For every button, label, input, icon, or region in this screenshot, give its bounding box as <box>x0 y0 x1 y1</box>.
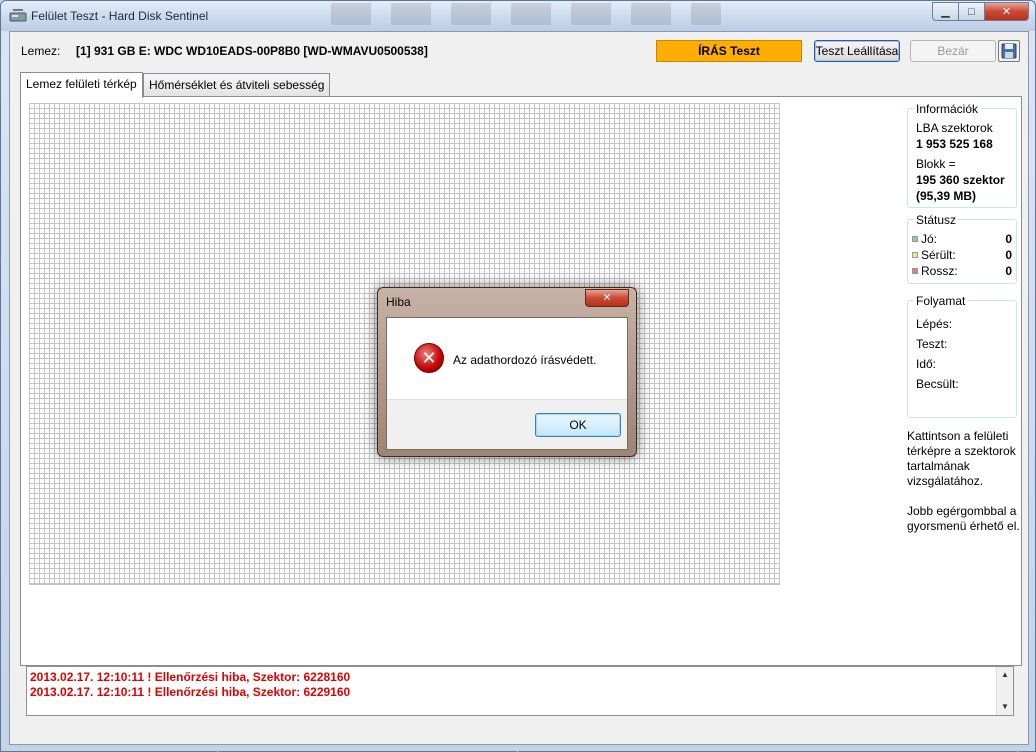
tab-surface-map[interactable]: Lemez felületi térkép <box>20 72 143 98</box>
lba-value: 1 953 525 168 <box>916 137 993 151</box>
scroll-up-icon[interactable]: ▲ <box>997 667 1013 683</box>
progress-step-label: Lépés: <box>916 317 953 331</box>
maximize-button[interactable]: □ <box>959 2 985 21</box>
dialog-message: Az adathordozó írásvédett. <box>453 353 597 367</box>
maximize-icon: □ <box>968 5 975 18</box>
status-label: Sérült: <box>921 248 956 262</box>
bad-swatch-icon <box>912 268 918 274</box>
ok-button[interactable]: OK <box>535 413 621 437</box>
log-line: 2013.02.17. 12:10:11 ! Ellenőrzési hiba,… <box>30 685 351 699</box>
status-bar <box>18 746 1030 752</box>
stop-test-button[interactable]: Teszt Leállítása <box>814 40 900 62</box>
dialog-close-button[interactable]: ✕ <box>585 289 629 307</box>
dialog-body: ✕ Az adathordozó írásvédett. OK <box>386 317 628 450</box>
error-icon: ✕ <box>414 343 444 373</box>
background-window-ghost <box>331 3 721 25</box>
scroll-down-icon[interactable]: ▼ <box>997 699 1013 715</box>
status-row-damaged: Sérült: 0 <box>912 248 1012 262</box>
damaged-swatch-icon <box>912 252 918 258</box>
dialog-footer: OK <box>387 399 627 449</box>
close-icon: ✕ <box>1001 6 1012 18</box>
status-row-bad: Rossz: 0 <box>912 264 1012 278</box>
good-swatch-icon <box>912 236 918 242</box>
dialog-title: Hiba <box>386 295 411 309</box>
progress-time-label: Idő: <box>916 357 937 371</box>
progress-test-label: Teszt: <box>916 337 948 351</box>
block-value: 195 360 szektor <box>916 173 1005 187</box>
info-group-title: Információk <box>914 102 981 116</box>
status-value: 0 <box>1005 232 1012 246</box>
window-title: Felület Teszt - Hard Disk Sentinel <box>31 9 209 23</box>
hint-right-click: Jobb egérgombbal a gyorsmenü érhető el. <box>907 504 1020 533</box>
progress-group-title: Folyamat <box>914 294 968 308</box>
status-group-title: Státusz <box>914 213 959 227</box>
status-value: 0 <box>1005 248 1012 262</box>
close-window-button[interactable]: ✕ <box>985 2 1029 21</box>
test-mode-badge: ÍRÁS Teszt <box>656 40 802 62</box>
title-bar[interactable]: Felület Teszt - Hard Disk Sentinel ▁ □ ✕ <box>1 1 1035 31</box>
log-line: 2013.02.17. 12:10:11 ! Ellenőrzési hiba,… <box>30 670 351 684</box>
drive-value: [1] 931 GB E: WDC WD10EADS-00P8B0 [WD-WM… <box>76 44 428 58</box>
minimize-button[interactable]: ▁ <box>932 2 959 21</box>
lba-label: LBA szektorok <box>916 121 993 135</box>
log-scrollbar[interactable]: ▲ ▼ <box>996 667 1013 715</box>
block-size: (95,39 MB) <box>916 189 977 203</box>
info-group: Információk LBA szektorok 1 953 525 168 … <box>907 102 1017 208</box>
block-label: Blokk = <box>916 157 956 171</box>
status-value: 0 <box>1005 264 1012 278</box>
close-icon: ✕ <box>602 292 612 304</box>
progress-estimated-label: Becsült: <box>916 377 959 391</box>
app-icon <box>9 9 27 22</box>
save-button[interactable] <box>998 40 1020 62</box>
status-row-good: Jó: 0 <box>912 232 1012 246</box>
tab-temperature-speed[interactable]: Hőmérséklet és átviteli sebesség <box>143 73 331 96</box>
progress-group: Folyamat Lépés: Teszt: Idő: Becsült: <box>907 294 1017 418</box>
error-dialog: Hiba ✕ ✕ Az adathordozó írásvédett. OK <box>377 287 637 457</box>
close-button[interactable]: Bezár <box>910 40 996 62</box>
drive-label: Lemez: <box>21 44 61 58</box>
minimize-icon: ▁ <box>941 6 950 18</box>
floppy-disk-icon <box>1001 43 1017 59</box>
log-box[interactable]: 2013.02.17. 12:10:11 ! Ellenőrzési hiba,… <box>26 666 1014 716</box>
status-label: Jó: <box>921 232 938 246</box>
hint-click-map: Kattintson a felületi térképre a szektor… <box>907 429 1016 488</box>
status-group: Státusz Jó: 0 Sérült: 0 Rossz: 0 <box>907 213 1017 284</box>
status-label: Rossz: <box>921 264 958 278</box>
caption-buttons: ▁ □ ✕ <box>932 2 1029 22</box>
app-window: Felület Teszt - Hard Disk Sentinel ▁ □ ✕… <box>0 0 1036 752</box>
